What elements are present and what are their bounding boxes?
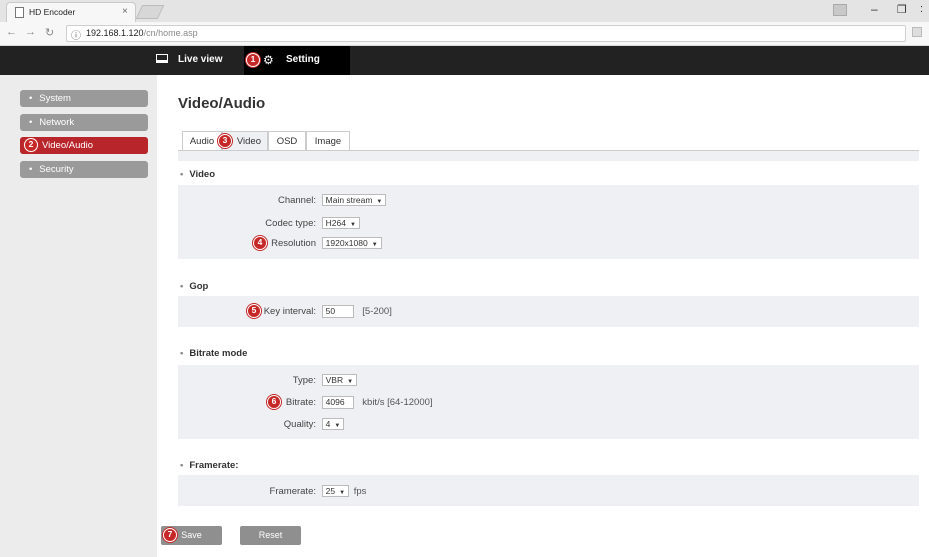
sidebar-item-label: Video/Audio [42,140,94,151]
framerate-select[interactable]: 25 ▼ [321,485,350,497]
browser-tab-title: HD Encoder [29,7,76,17]
bullet-icon: • [29,117,33,128]
address-bar: ← → ↻ ⓘ 192.168.1.120/cn/home.asp ▣ ☆ [0,22,929,46]
bullet-icon: • [29,164,33,175]
tab-image[interactable]: Image [306,131,350,151]
section-gop-heading: • Gop [180,281,209,292]
browser-tab[interactable]: HD Encoder × [6,2,136,22]
tab-audio[interactable]: Audio [182,131,222,151]
channel-select[interactable]: Main stream ▼ [321,194,387,206]
resolution-select[interactable]: 1920x1080 ▼ [321,237,382,249]
type-label: Type: [292,374,316,386]
quality-select[interactable]: 4 ▼ [321,418,345,430]
reload-icon[interactable]: ↻ [45,26,54,39]
marker-badge-2: 2 [24,138,38,152]
url-text: 192.168.1.120/cn/home.asp [86,28,198,38]
browser-tab-bar: HD Encoder × – ❐ : [0,0,929,22]
quality-label: Quality: [283,418,316,430]
gear-icon: ⚙ [263,53,274,67]
chevron-down-icon: ▼ [334,423,341,429]
sidebar-item-network[interactable]: • Network [20,114,148,131]
chevron-down-icon: ▼ [376,199,383,205]
back-icon[interactable]: ← [6,26,17,38]
tab-panel-top [178,151,919,161]
resolution-label: Resolution [271,237,316,249]
minimize-icon[interactable]: – [871,2,878,16]
chevron-down-icon: ▼ [371,242,378,248]
close-window-icon[interactable]: : [920,3,923,15]
bitrate-row: Bitrate: 4096 kbit/s [64-12000] [180,396,433,409]
maximize-icon[interactable]: ❐ [897,3,907,16]
bitrate-label: Bitrate: [285,397,316,409]
nav-setting-label: Setting [286,54,320,65]
marker-badge-5: 5 [247,304,261,318]
marker-badge-6: 6 [267,395,281,409]
forward-icon[interactable]: → [25,26,36,38]
page-icon [15,7,24,18]
marker-badge-4: 4 [253,236,267,250]
framerate-row: Framerate: 25 ▼ fps [180,485,366,497]
bitrate-input[interactable]: 4096 [321,396,354,409]
chevron-down-icon: ▼ [347,379,354,385]
bullet-icon: • [29,93,33,104]
tab-osd[interactable]: OSD [268,131,306,151]
key-interval-range: [5-200] [362,306,392,318]
close-tab-icon[interactable]: × [122,6,128,17]
sidebar-item-security[interactable]: • Security [20,161,148,178]
page-title: Video/Audio [178,95,266,112]
channel-row: Channel: Main stream ▼ [180,194,387,206]
monitor-icon [156,54,168,63]
section-bitrate-heading: • Bitrate mode [180,348,248,359]
user-icon[interactable] [833,4,847,16]
section-framerate-heading: • Framerate: [180,460,239,471]
sidebar-item-label: Security [39,164,74,175]
chevron-down-icon: ▼ [339,490,346,496]
info-icon[interactable]: ⓘ [71,27,81,42]
nav-live-view-label: Live view [178,54,223,65]
extension-icon[interactable] [912,27,922,37]
quality-row: Quality: 4 ▼ [180,418,345,430]
url-input[interactable]: ⓘ 192.168.1.120/cn/home.asp ▣ ☆ [66,25,906,42]
sidebar-item-video-audio[interactable]: Video/Audio [20,137,148,154]
marker-badge-1: 1 [246,53,260,67]
key-interval-row: Key interval: 50 [5-200] [180,305,392,318]
codec-label: Codec type: [265,217,316,229]
resolution-row: Resolution 1920x1080 ▼ [180,237,382,249]
sidebar-item-system[interactable]: • System [20,90,148,107]
codec-select[interactable]: H264 ▼ [321,217,360,229]
channel-label: Channel: [277,194,316,206]
app-header: Live view ⚙ Setting [0,46,929,75]
sidebar-item-label: System [39,93,71,104]
reset-button[interactable]: Reset [240,526,301,545]
nav-live-view[interactable]: Live view [156,46,222,75]
type-select[interactable]: VBR ▼ [321,374,358,386]
bitrate-unit: kbit/s [64-12000] [362,397,433,409]
codec-row: Codec type: H264 ▼ [180,217,360,229]
chevron-down-icon: ▼ [349,222,356,228]
section-video-heading: • Video [180,169,216,180]
new-tab-button[interactable] [135,5,165,19]
sidebar-item-label: Network [39,117,75,128]
framerate-label: Framerate: [269,485,316,497]
key-interval-input[interactable]: 50 [321,305,354,318]
marker-badge-7: 7 [163,528,177,542]
framerate-unit: fps [353,485,367,497]
marker-badge-3: 3 [218,134,232,148]
type-row: Type: VBR ▼ [180,374,358,386]
